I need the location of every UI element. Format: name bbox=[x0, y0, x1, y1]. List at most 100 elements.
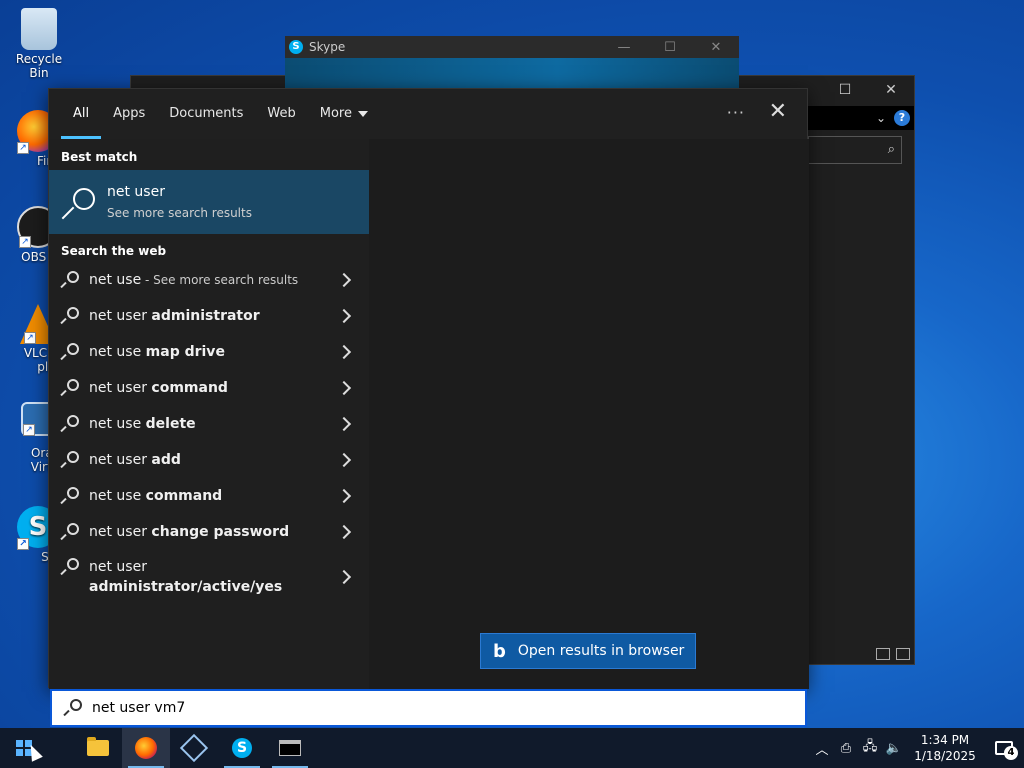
taskbar-virtualbox[interactable] bbox=[170, 728, 218, 768]
search-input[interactable] bbox=[92, 700, 692, 716]
web-result-item[interactable]: net user administrator bbox=[49, 298, 369, 334]
clock[interactable]: 1:34 PM 1/18/2025 bbox=[906, 732, 984, 764]
folder-icon bbox=[87, 737, 109, 756]
web-result-item[interactable]: net use - See more search results bbox=[49, 262, 369, 298]
chevron-right-icon bbox=[336, 308, 352, 324]
web-result-item[interactable]: net user command bbox=[49, 370, 369, 406]
tab-label: Documents bbox=[169, 106, 244, 121]
maximize-icon[interactable]: ☐ bbox=[647, 40, 693, 55]
explorer-view-toggles bbox=[876, 648, 910, 660]
virtualbox-icon bbox=[179, 733, 209, 763]
help-icon[interactable]: ? bbox=[894, 110, 910, 126]
search-panel: All Apps Documents Web More ··· ✕ Best m… bbox=[48, 88, 809, 689]
chevron-right-icon bbox=[336, 452, 352, 468]
chevron-right-icon bbox=[336, 344, 352, 360]
notification-count-badge: 4 bbox=[1004, 746, 1018, 760]
result-text-bold: add bbox=[151, 452, 181, 468]
skype-window: S Skype — ☐ ✕ bbox=[285, 36, 739, 96]
result-text: net user bbox=[89, 380, 152, 396]
web-result-item[interactable]: net use command bbox=[49, 478, 369, 514]
taskbar-file-explorer[interactable] bbox=[74, 728, 122, 768]
start-button[interactable] bbox=[0, 728, 48, 768]
skype-icon: S bbox=[232, 738, 252, 758]
close-icon[interactable]: ✕ bbox=[693, 40, 739, 55]
taskbar: S ︿ ⎙ 🖧 🔈 1:34 PM 1/18/2025 4 bbox=[0, 728, 1024, 768]
network-icon[interactable]: 🖧 bbox=[858, 737, 882, 759]
tab-label: Apps bbox=[113, 106, 146, 121]
tab-more[interactable]: More bbox=[308, 89, 380, 139]
tab-documents[interactable]: Documents bbox=[157, 89, 255, 139]
result-text: net user bbox=[89, 524, 152, 540]
clock-time: 1:34 PM bbox=[920, 733, 970, 747]
large-icons-view-icon[interactable] bbox=[896, 648, 910, 660]
explorer-search-box[interactable]: ⌕ bbox=[808, 136, 902, 164]
result-text-bold: change password bbox=[151, 524, 290, 540]
result-text: net use bbox=[89, 344, 146, 360]
web-result-item[interactable]: net use map drive bbox=[49, 334, 369, 370]
tab-label: All bbox=[73, 106, 90, 121]
close-icon[interactable]: ✕ bbox=[769, 101, 787, 123]
result-text: net use bbox=[89, 488, 146, 504]
tab-web[interactable]: Web bbox=[255, 89, 307, 139]
taskbar-firefox[interactable] bbox=[122, 728, 170, 768]
preview-pane: b Open results in browser bbox=[369, 139, 809, 689]
taskbar-skype[interactable]: S bbox=[218, 728, 266, 768]
chevron-down-icon[interactable]: ⌄ bbox=[876, 111, 886, 125]
details-view-icon[interactable] bbox=[876, 648, 890, 660]
show-hidden-icons-chevron-icon[interactable]: ︿ bbox=[810, 739, 834, 758]
firefox-icon bbox=[135, 737, 157, 759]
taskbar-search-box[interactable] bbox=[50, 689, 807, 727]
system-tray: ︿ ⎙ 🖧 🔈 1:34 PM 1/18/2025 4 bbox=[810, 728, 1024, 768]
tab-apps[interactable]: Apps bbox=[101, 89, 157, 139]
tab-label: Web bbox=[267, 106, 296, 121]
explorer-ribbon: ⌄ ? bbox=[806, 106, 914, 130]
result-text: net user bbox=[89, 559, 147, 575]
skype-logo-icon: S bbox=[289, 40, 303, 54]
desktop-icon-label: Recycle Bin bbox=[15, 52, 63, 80]
clock-date: 1/18/2025 bbox=[914, 749, 976, 763]
web-result-item[interactable]: net user add bbox=[49, 442, 369, 478]
search-icon bbox=[60, 487, 79, 505]
web-result-item[interactable]: net user change password bbox=[49, 514, 369, 550]
result-text: net use bbox=[89, 416, 146, 432]
volume-icon[interactable]: 🔈 bbox=[882, 741, 906, 756]
chevron-right-icon bbox=[336, 416, 352, 432]
result-text: net use bbox=[89, 272, 142, 288]
search-icon bbox=[60, 415, 79, 433]
shortcut-arrow-icon: ↗ bbox=[23, 424, 35, 436]
result-text-bold: administrator/active/yes bbox=[89, 579, 283, 595]
shortcut-arrow-icon: ↗ bbox=[17, 142, 29, 154]
maximize-icon[interactable]: ☐ bbox=[822, 82, 868, 98]
skype-titlebar: S Skype — ☐ ✕ bbox=[285, 36, 739, 58]
shortcut-arrow-icon: ↗ bbox=[24, 332, 36, 344]
tab-all[interactable]: All bbox=[61, 89, 102, 139]
result-text: net user bbox=[89, 452, 152, 468]
action-center-button[interactable]: 4 bbox=[984, 728, 1024, 768]
search-icon bbox=[60, 343, 79, 361]
chevron-right-icon bbox=[336, 272, 352, 288]
explorer-title-controls: ☐ ✕ bbox=[822, 76, 914, 104]
result-text-bold: map drive bbox=[145, 344, 225, 360]
search-icon bbox=[60, 558, 79, 576]
minimize-icon[interactable]: — bbox=[601, 40, 647, 55]
chevron-right-icon bbox=[336, 488, 352, 504]
results-list: Best match net user See more search resu… bbox=[49, 139, 369, 689]
recycle-bin-icon bbox=[21, 8, 57, 50]
web-result-item[interactable]: net user administrator/active/yes bbox=[49, 550, 369, 604]
close-icon[interactable]: ✕ bbox=[868, 82, 914, 98]
more-options-icon[interactable]: ··· bbox=[727, 103, 745, 122]
web-result-item[interactable]: net use delete bbox=[49, 406, 369, 442]
result-hint: - See more search results bbox=[141, 273, 299, 287]
best-match-heading: Best match bbox=[61, 150, 138, 164]
meet-now-icon[interactable]: ⎙ bbox=[834, 741, 858, 756]
search-icon: ⌕ bbox=[887, 142, 895, 157]
result-text-bold: command bbox=[145, 488, 223, 504]
result-text: net user bbox=[89, 308, 152, 324]
open-results-in-browser-button[interactable]: b Open results in browser bbox=[480, 633, 696, 669]
desktop-icon-recycle-bin[interactable]: Recycle Bin bbox=[7, 8, 71, 80]
result-text-bold: command bbox=[151, 380, 228, 396]
open-results-label: Open results in browser bbox=[517, 643, 685, 659]
search-icon bbox=[60, 523, 79, 541]
taskbar-command-prompt[interactable] bbox=[266, 728, 314, 768]
best-match-item[interactable]: net user See more search results bbox=[49, 170, 369, 234]
